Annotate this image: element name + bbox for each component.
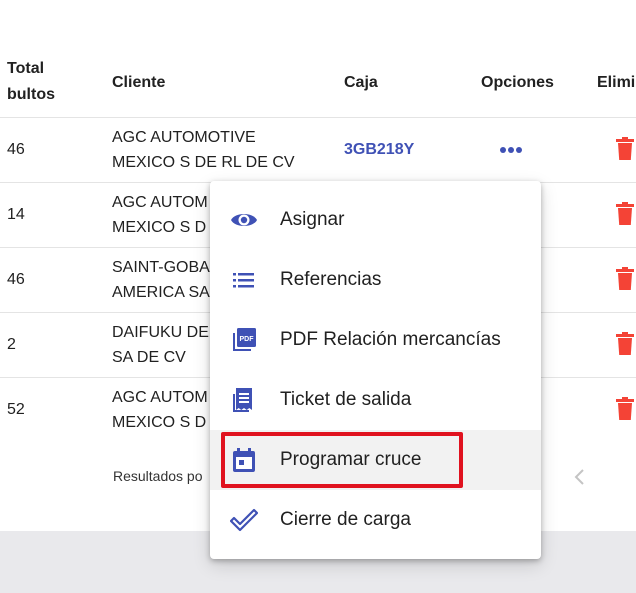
cell-cliente: DAIFUKU DE SA DE CV [112, 320, 209, 370]
menu-item-asignar[interactable]: Asignar [210, 190, 541, 250]
menu-item-cierre-carga[interactable]: Cierre de carga [210, 490, 541, 550]
cell-cliente: AGC AUTOM MEXICO S D [112, 190, 208, 240]
cell-cliente-line2: MEXICO S DE RL DE CV [112, 154, 295, 171]
check-icon [230, 508, 258, 532]
menu-item-label: Referencias [280, 269, 382, 290]
header-caja[interactable]: Caja [344, 70, 378, 96]
delete-icon[interactable] [615, 202, 635, 226]
more-options-icon[interactable] [500, 145, 524, 155]
header-opciones: Opciones [481, 74, 554, 91]
pdf-icon: PDF [233, 328, 256, 351]
results-per-page-label: Resultados po [113, 468, 203, 484]
header-total-bultos[interactable]: Total bultos [7, 56, 55, 108]
menu-item-ticket-salida[interactable]: Ticket de salida [210, 370, 541, 430]
cell-total: 14 [7, 206, 25, 223]
eye-icon [231, 214, 257, 226]
receipt-icon [233, 388, 252, 412]
delete-icon[interactable] [615, 332, 635, 356]
highlight-annotation-box [221, 432, 463, 488]
menu-item-pdf-relacion[interactable]: PDF PDF Relación mercancías [210, 310, 541, 370]
cell-cliente-line2: SA DE CV [112, 349, 186, 366]
cell-cliente-line1: DAIFUKU DE [112, 324, 209, 341]
cell-cliente: AGC AUTOM MEXICO S D [112, 385, 208, 435]
delete-icon[interactable] [615, 267, 635, 291]
chevron-left-icon[interactable] [572, 467, 588, 487]
cell-cliente: AGC AUTOMOTIVE MEXICO S DE RL DE CV [112, 125, 295, 175]
list-icon [233, 273, 254, 288]
delete-icon[interactable] [615, 137, 635, 161]
cell-cliente: SAINT-GOBA AMERICA SA [112, 255, 210, 305]
menu-item-label: PDF Relación mercancías [280, 329, 501, 350]
header-total-line1: Total [7, 60, 45, 77]
cell-total: 46 [7, 141, 25, 158]
cell-cliente-line2: AMERICA SA [112, 284, 210, 301]
header-eliminar: Elimi [597, 74, 636, 91]
cell-cliente-line2: MEXICO S D [112, 414, 207, 431]
svg-text:PDF: PDF [240, 336, 255, 343]
options-menu: Asignar Referencias PDF PDF Relación mer… [210, 181, 541, 559]
caja-link[interactable]: 3GB218Y [344, 137, 414, 162]
header-cliente[interactable]: Cliente [112, 70, 165, 96]
header-divider [0, 117, 636, 118]
cell-cliente-line1: SAINT-GOBA [112, 259, 210, 276]
cell-cliente-line1: AGC AUTOMOTIVE [112, 129, 256, 146]
cell-cliente-line1: AGC AUTOM [112, 194, 208, 211]
header-total-line2: bultos [7, 86, 55, 103]
delete-icon[interactable] [615, 397, 635, 421]
menu-item-label: Asignar [280, 209, 345, 230]
menu-item-referencias[interactable]: Referencias [210, 250, 541, 310]
cell-cliente-line2: MEXICO S D [112, 219, 207, 236]
cell-total: 2 [7, 336, 16, 353]
menu-item-label: Ticket de salida [280, 389, 412, 410]
cell-total: 46 [7, 271, 25, 288]
menu-item-label: Cierre de carga [280, 509, 411, 530]
cell-total: 52 [7, 401, 25, 418]
cell-cliente-line1: AGC AUTOM [112, 389, 208, 406]
